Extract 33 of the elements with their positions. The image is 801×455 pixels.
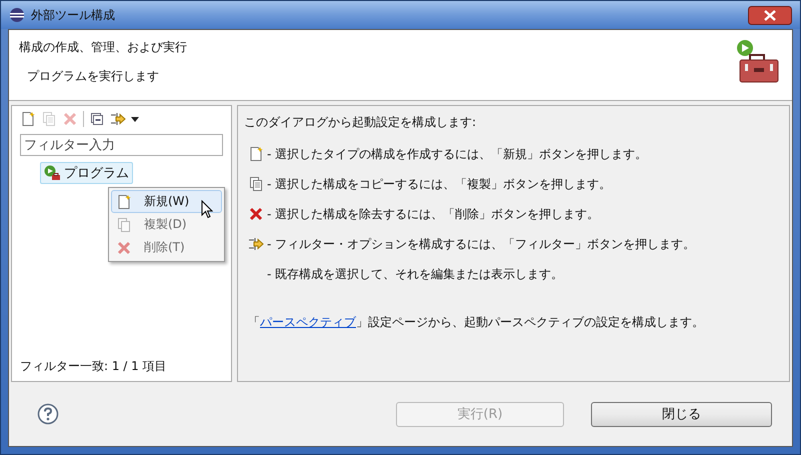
filter-status: フィルター一致: 1 / 1 項目 <box>20 358 168 375</box>
delete-icon <box>248 206 264 222</box>
intro-text: このダイアログから起動設定を構成します: <box>244 114 478 131</box>
program-icon <box>44 165 60 181</box>
filter-field[interactable]: フィルター入力 <box>20 134 223 156</box>
header-message: プログラムを実行します <box>26 68 160 85</box>
new-file-icon <box>248 146 264 162</box>
close-icon[interactable] <box>748 6 792 24</box>
filter-icon[interactable] <box>110 111 126 127</box>
window-title: 外部ツール構成 <box>31 6 115 24</box>
close-button[interactable]: 閉じる <box>591 402 772 426</box>
bracket-text: 「 <box>248 314 260 331</box>
new-file-icon <box>116 194 132 210</box>
eclipse-icon <box>9 7 25 23</box>
description-text: - フィルター・オプションを構成するには、「フィルター」ボタンを押します。 <box>267 236 696 252</box>
description-text: - 選択したタイプの構成を作成するには、「新規」ボタンを押します。 <box>267 146 648 162</box>
copy-icon <box>248 176 264 192</box>
perspective-link[interactable]: パースペクティブ <box>260 314 356 331</box>
dropdown-caret-icon[interactable] <box>131 116 139 122</box>
mouse-pointer-icon <box>201 200 213 219</box>
new-file-icon[interactable] <box>20 111 36 127</box>
copy-icon <box>116 216 132 232</box>
filter-icon <box>248 236 264 252</box>
delete-icon <box>116 240 132 256</box>
help-icon[interactable] <box>37 403 59 425</box>
menu-item[interactable]: 新規(W) <box>111 190 222 213</box>
link-description: 」設定ページから、起動パースペクティブの設定を構成します。 <box>356 314 704 331</box>
description-text: - 選択した構成をコピーするには、「複製」ボタンを押します。 <box>267 176 612 192</box>
description-text: - 選択した構成を除去するには、「削除」ボタンを押します。 <box>267 206 600 222</box>
description-text: - 既存構成を選択して、それを編集または表示します。 <box>267 266 564 282</box>
header-title: 構成の作成、管理、および実行 <box>19 39 187 56</box>
collapse-icon[interactable] <box>89 111 105 127</box>
tree-item[interactable]: プログラム <box>40 162 133 184</box>
